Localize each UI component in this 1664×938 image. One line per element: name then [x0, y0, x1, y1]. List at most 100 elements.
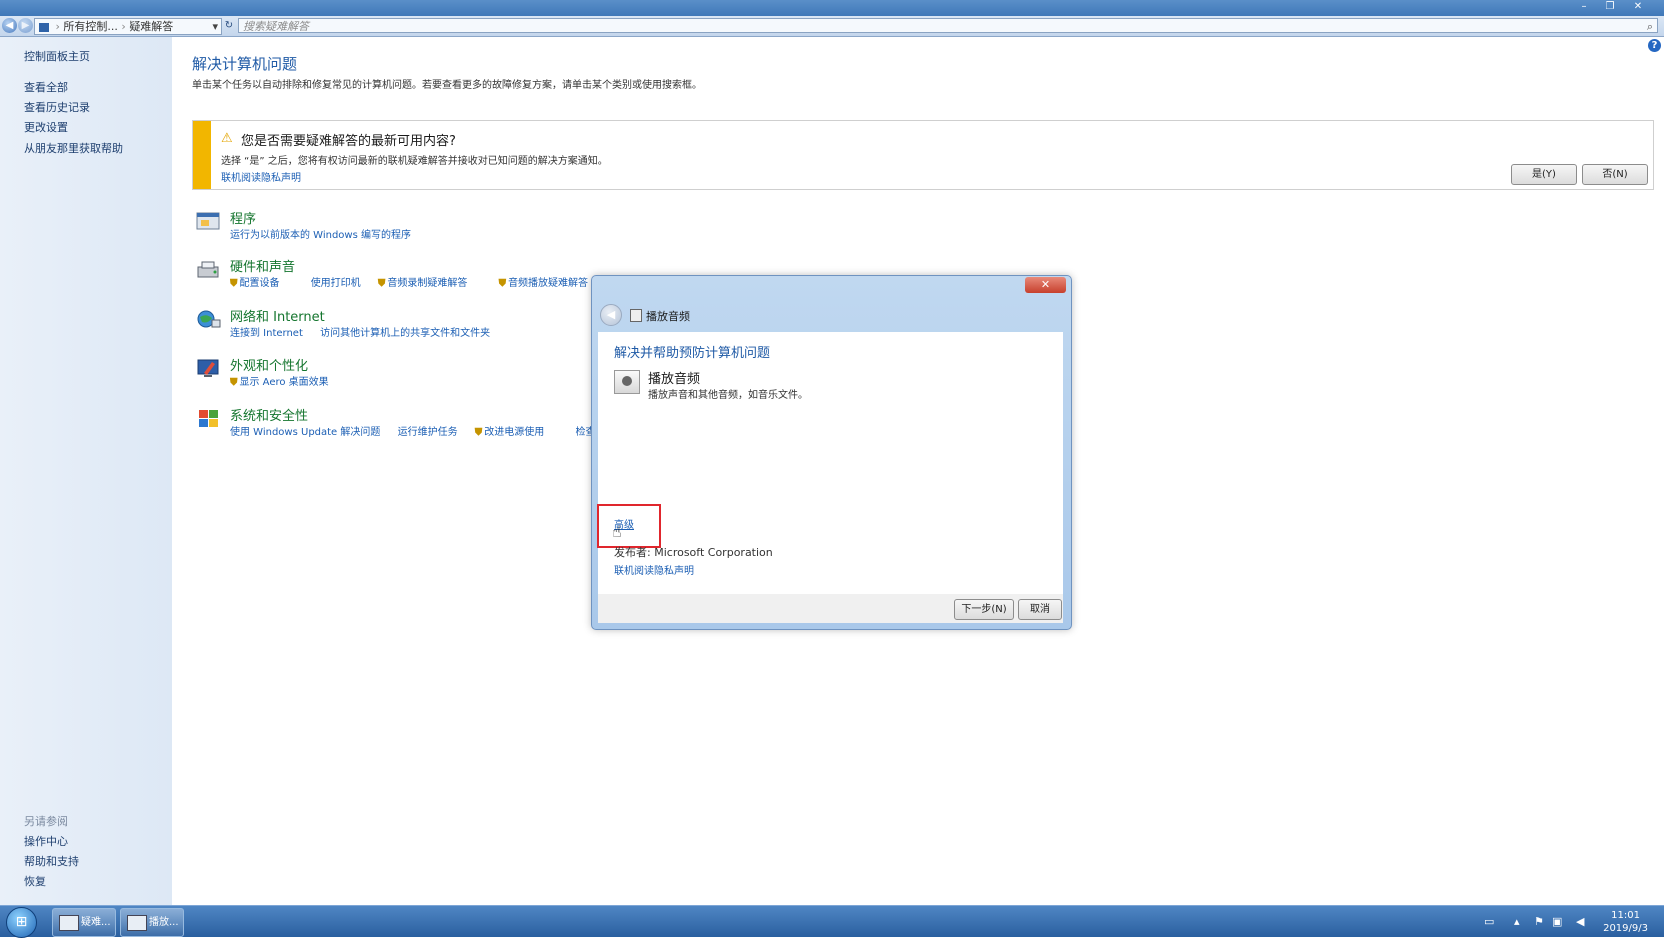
forward-button[interactable]: ▶ [18, 18, 33, 33]
start-button[interactable]: ⊞ [6, 907, 37, 938]
back-button[interactable]: ◀ [2, 18, 17, 33]
appearance-icon [197, 359, 219, 377]
view-all-link[interactable]: 查看全部 [24, 79, 68, 95]
restore-button[interactable]: ❐ [1598, 0, 1622, 14]
change-settings-link[interactable]: 更改设置 [24, 119, 68, 135]
dialog-back-button[interactable]: ◀ [600, 304, 622, 326]
troubleshooter-dialog: ✕ ◀ 播放音频 解决并帮助预防计算机问题 播放音频 播放声音和其他音频，如音乐… [591, 275, 1072, 630]
clock-time: 11:01 [1611, 910, 1640, 921]
category-link[interactable]: 运行维护任务 [398, 427, 458, 438]
chevron-down-icon[interactable]: ▾ [212, 19, 218, 34]
programs-icon [196, 212, 220, 230]
dialog-close-button[interactable]: ✕ [1025, 277, 1066, 293]
breadcrumb-item-troubleshooting[interactable]: 疑难解答 [129, 20, 173, 33]
category-link[interactable]: 运行为以前版本的 Windows 编写的程序 [230, 230, 411, 241]
control-panel-icon [59, 915, 79, 931]
audio-playback-icon [614, 370, 640, 394]
next-button[interactable]: 下一步(N) [954, 599, 1014, 620]
close-window-button[interactable]: ✕ [1626, 0, 1650, 14]
see-also-header: 另请参阅 [24, 815, 68, 828]
shield-icon: ⛊ [498, 278, 507, 289]
taskbar-item-playback[interactable]: 播放... [120, 908, 184, 937]
yes-button[interactable]: 是(Y) [1511, 164, 1577, 185]
chevron-right-icon: › [55, 20, 60, 33]
search-input[interactable]: 搜索疑难解答 ⌕ [238, 18, 1658, 33]
page-description: 单击某个任务以自动排除和修复常见的计算机问题。若要查看更多的故障修复方案，请单击… [192, 80, 702, 91]
get-help-from-friend-link[interactable]: 从朋友那里获取帮助 [24, 140, 123, 156]
system-security-icon [199, 410, 218, 427]
category-link[interactable]: 使用 Windows Update 解决问题 [230, 427, 380, 438]
taskbar: ⊞ 疑难... 播放... ▭ ▴ ⚑ ▣ ◀ 11:01 2019/9/3 [0, 905, 1664, 938]
notification-flag-icon[interactable]: ⚑ [1534, 915, 1544, 928]
shield-icon: ⛊ [474, 427, 483, 438]
publisher-label: 发布者: [614, 546, 651, 559]
category-link[interactable]: ⛊ 显示 Aero 桌面效果 [230, 377, 343, 388]
left-navigation-pane: 控制面板主页 查看全部 查看历史记录 更改设置 从朋友那里获取帮助 另请参阅 操… [0, 37, 172, 905]
back-arrow-icon: ◀ [606, 308, 616, 321]
troubleshooter-name: 播放音频 [648, 372, 701, 387]
update-notice-banner: ⚠ 您是否需要疑难解答的最新可用内容? 选择 “是” 之后，您将有权访问最新的联… [192, 120, 1654, 190]
troubleshooter-icon [127, 915, 147, 931]
page-title: 解决计算机问题 [192, 55, 298, 73]
notice-privacy-link[interactable]: 联机阅读隐私声明 [221, 169, 301, 184]
recovery-link[interactable]: 恢复 [24, 873, 46, 889]
category-link[interactable]: 连接到 Internet [230, 328, 303, 339]
keyboard-icon[interactable]: ▭ [1484, 915, 1494, 928]
publisher-value: Microsoft Corporation [654, 546, 773, 559]
dialog-heading: 解决并帮助预防计算机问题 [614, 346, 771, 361]
category-link[interactable]: ⛊ 音频录制疑难解答 [378, 278, 482, 289]
action-center-link[interactable]: 操作中心 [24, 833, 68, 849]
category-link[interactable]: 访问其他计算机上的共享文件和文件夹 [320, 328, 490, 339]
category-link[interactable]: ⛊ 配置设备 [230, 278, 294, 289]
address-bar: ◀ ▶ › 所有控制... › 疑难解答 ▾ ↻ 搜索疑难解答 ⌕ [0, 16, 1664, 37]
search-icon[interactable]: ⌕ [1647, 19, 1653, 34]
category-title[interactable]: 系统和安全性 [230, 405, 308, 424]
help-support-link[interactable]: 帮助和支持 [24, 853, 79, 869]
clock-date: 2019/9/3 [1603, 923, 1648, 934]
publisher-info: 发布者: Microsoft Corporation [614, 544, 773, 560]
volume-icon[interactable]: ◀ [1576, 915, 1584, 928]
chevron-right-icon: › [121, 20, 126, 33]
notice-accent-bar [193, 121, 211, 189]
control-panel-icon [39, 22, 49, 32]
show-hidden-icons-icon[interactable]: ▴ [1514, 915, 1520, 928]
warning-icon: ⚠ [221, 131, 233, 146]
view-history-link[interactable]: 查看历史记录 [24, 99, 90, 115]
dialog-title: 播放音频 [646, 310, 690, 323]
dialog-footer: 下一步(N) 取消 [598, 594, 1063, 623]
no-button[interactable]: 否(N) [1582, 164, 1648, 185]
windows-logo-icon: ⊞ [15, 914, 28, 930]
hardware-sound-icon [197, 261, 219, 278]
taskbar-item-troubleshoot[interactable]: 疑难... [52, 908, 116, 937]
refresh-icon[interactable]: ↻ [222, 18, 236, 33]
dialog-content: 解决并帮助预防计算机问题 播放音频 播放声音和其他音频，如音乐文件。 高级 ☝ … [597, 332, 1063, 594]
network-icon [197, 310, 221, 328]
category-title[interactable]: 硬件和声音 [230, 256, 295, 275]
network-tray-icon[interactable]: ▣ [1552, 915, 1562, 928]
clock[interactable]: 11:01 2019/9/3 [1603, 909, 1648, 935]
help-icon[interactable]: ? [1648, 39, 1661, 52]
troubleshooter-icon [630, 309, 642, 322]
troubleshooter-description: 播放声音和其他音频，如音乐文件。 [648, 390, 808, 401]
dialog-privacy-link[interactable]: 联机阅读隐私声明 [614, 562, 694, 577]
category-title[interactable]: 程序 [230, 208, 256, 227]
minimize-button[interactable]: – [1572, 0, 1596, 14]
shield-icon: ⛊ [230, 278, 238, 289]
notice-description: 选择 “是” 之后，您将有权访问最新的联机疑难解答并接收对已知问题的解决方案通知… [221, 156, 608, 167]
category-link[interactable]: ⛊ 改进电源使用 [475, 427, 559, 438]
window-titlebar: – ❐ ✕ [0, 0, 1664, 16]
category-title[interactable]: 外观和个性化 [230, 355, 308, 374]
shield-icon: ⛊ [230, 377, 238, 388]
notice-title: 您是否需要疑难解答的最新可用内容? [241, 134, 456, 149]
cancel-button[interactable]: 取消 [1018, 599, 1062, 620]
control-panel-home-link[interactable]: 控制面板主页 [24, 48, 90, 64]
search-placeholder: 搜索疑难解答 [243, 20, 309, 33]
category-link[interactable]: 使用打印机 [311, 278, 361, 289]
category-title[interactable]: 网络和 Internet [230, 306, 325, 325]
breadcrumb[interactable]: › 所有控制... › 疑难解答 ▾ [34, 18, 222, 35]
category-link[interactable]: ⛊ 音频播放疑难解答 [499, 278, 603, 289]
back-arrow-icon: ◀ [5, 20, 14, 31]
forward-arrow-icon: ▶ [21, 20, 30, 31]
shield-icon: ⛊ [377, 278, 386, 289]
breadcrumb-item-all-control[interactable]: 所有控制... [63, 20, 118, 33]
